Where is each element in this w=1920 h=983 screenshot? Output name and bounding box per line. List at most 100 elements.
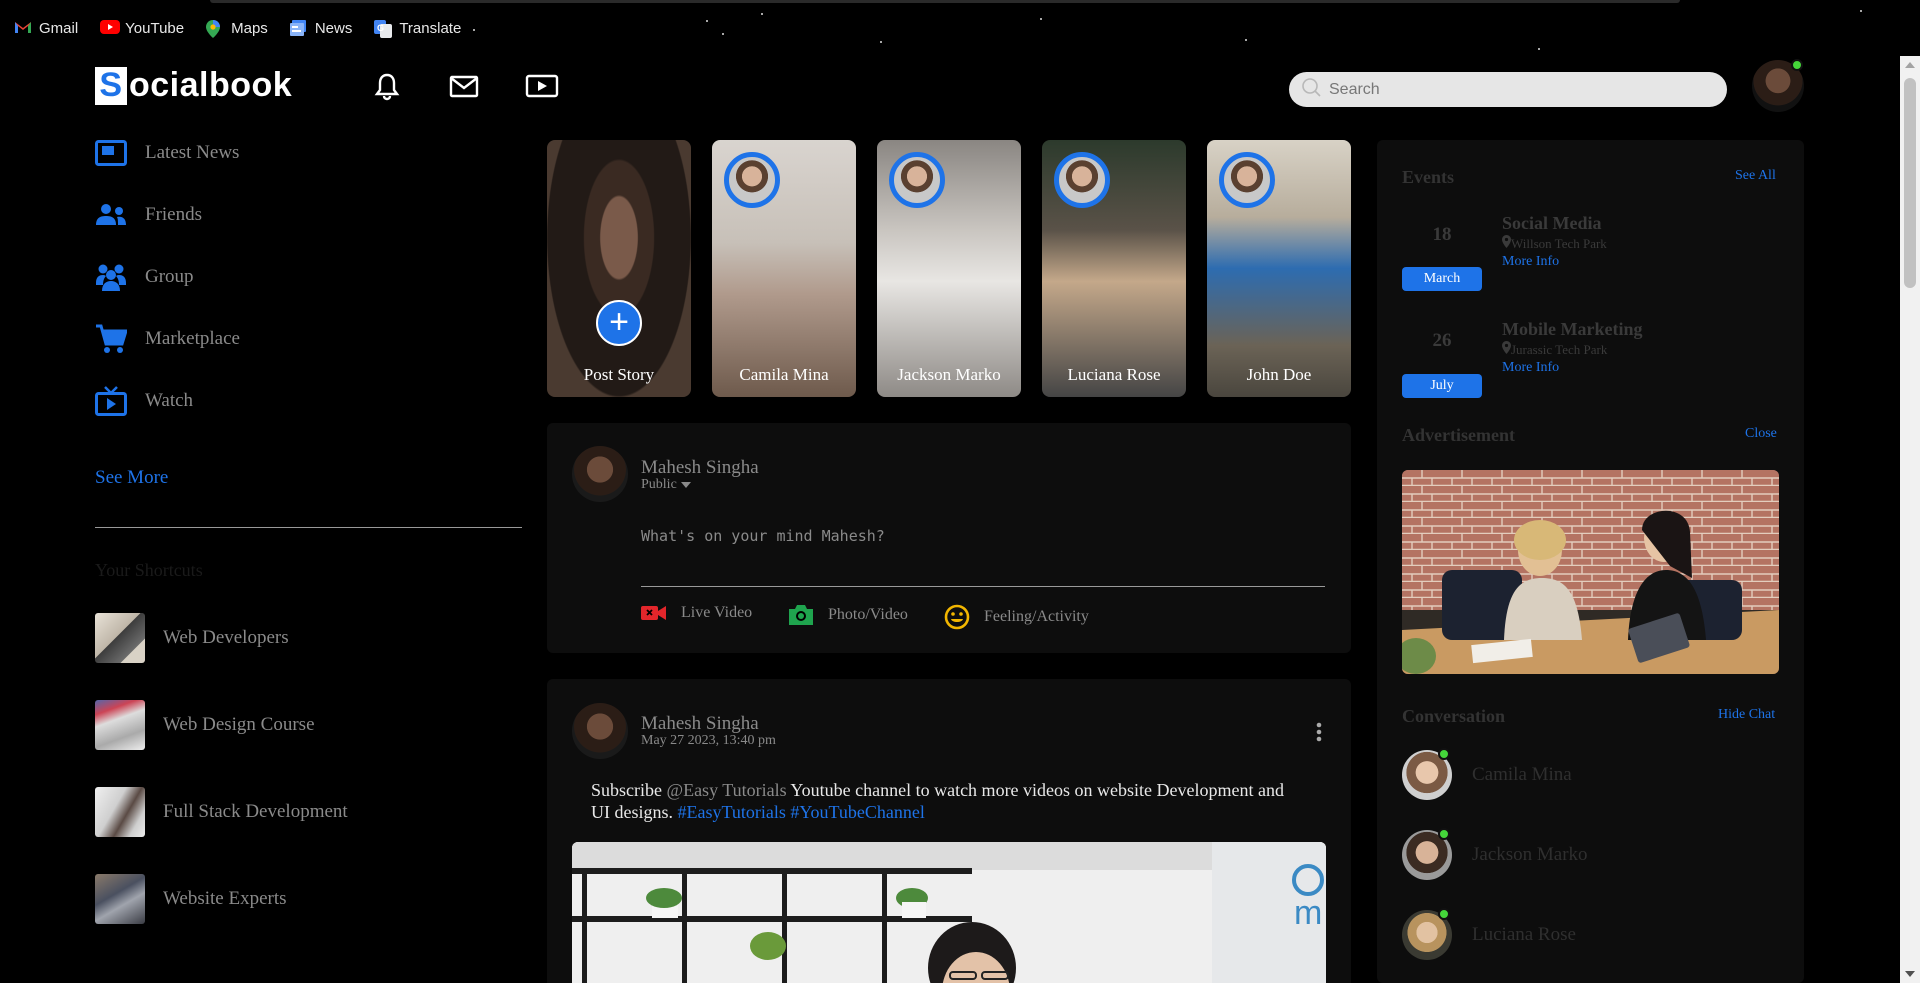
post-author-name[interactable]: Mahesh Singha (641, 713, 759, 735)
online-status-dot (1791, 59, 1803, 71)
shortcut-web-developers[interactable]: Web Developers (95, 613, 289, 663)
advertisement-image[interactable] (1402, 470, 1779, 674)
contact-name: Camila Mina (1472, 764, 1572, 785)
close-ad-link[interactable]: Close (1745, 426, 1777, 442)
star-dot (1040, 18, 1042, 20)
scroll-down-arrow-icon[interactable] (1905, 971, 1915, 977)
event-title: Mobile Marketing (1502, 319, 1643, 339)
contact-name: Jackson Marko (1472, 844, 1588, 865)
svg-text:m: m (1294, 894, 1322, 932)
sidebar-item-friends[interactable]: Friends (95, 200, 525, 230)
sidebar-divider (95, 527, 522, 528)
contact-avatar (1402, 828, 1452, 880)
star-dot (880, 41, 882, 43)
sidebar-item-label: Group (145, 266, 194, 287)
see-all-events-link[interactable]: See All (1735, 168, 1776, 184)
more-options-icon[interactable] (1316, 722, 1322, 747)
live-video-button[interactable]: Live Video (641, 604, 752, 622)
shortcut-label: Website Experts (163, 888, 287, 909)
sidebar-item-label: Watch (145, 390, 194, 411)
event-title: Social Media (1502, 213, 1602, 233)
maps-icon (206, 20, 224, 38)
event-more-info-link[interactable]: More Info (1502, 254, 1559, 270)
story-label: Camila Mina (739, 365, 829, 384)
scroll-up-arrow-icon[interactable] (1905, 62, 1915, 68)
video-icon[interactable] (525, 70, 559, 102)
add-story-button[interactable]: + (596, 300, 642, 346)
top-navbar: Socialbook (0, 56, 1900, 123)
see-more-link[interactable]: See More (95, 467, 168, 489)
bell-icon[interactable] (371, 70, 403, 102)
post-timestamp: May 27 2023, 13:40 pm (641, 733, 776, 748)
tab-strip-edge (210, 0, 1680, 3)
post-author-avatar[interactable] (572, 703, 628, 759)
story-card-jackson-marko[interactable]: Jackson Marko (877, 140, 1021, 397)
chat-contact-luciana-rose[interactable]: Luciana Rose (1402, 908, 1576, 960)
bookmark-maps[interactable]: Maps (206, 20, 268, 38)
conversation-title: Conversation (1402, 706, 1505, 726)
star-dot (1245, 39, 1247, 41)
scrollbar-thumb[interactable] (1904, 78, 1916, 288)
group-icon (95, 262, 127, 292)
post-composer-input[interactable] (641, 527, 1325, 587)
logo-mark: S (95, 66, 127, 105)
story-card-camila-mina[interactable]: Camila Mina (712, 140, 856, 397)
search-bar[interactable] (1289, 72, 1727, 107)
search-input[interactable] (1329, 80, 1709, 99)
bookmark-news[interactable]: News (289, 19, 353, 37)
bookmark-label: YouTube (125, 19, 185, 37)
story-card-post[interactable]: + Post Story (547, 140, 691, 397)
socialbook-logo[interactable]: Socialbook (95, 66, 292, 105)
mail-icon[interactable] (448, 70, 480, 102)
shortcut-label: Web Developers (163, 627, 289, 648)
event-location: Jurassic Tech Park (1502, 341, 1607, 358)
event-location: Willson Tech Park (1502, 235, 1607, 252)
sidebar-item-group[interactable]: Group (95, 262, 525, 292)
star-dot (706, 20, 708, 22)
photo-video-button[interactable]: Photo/Video (788, 604, 908, 626)
composer-avatar (572, 446, 628, 502)
post-mention[interactable]: @Easy Tutorials (667, 780, 787, 800)
shortcut-website-experts[interactable]: Website Experts (95, 874, 287, 924)
privacy-selector[interactable]: Public (641, 477, 691, 493)
translate-icon: G (374, 20, 393, 38)
cart-icon (95, 324, 127, 354)
shortcut-full-stack-development[interactable]: Full Stack Development (95, 787, 348, 837)
post-image[interactable]: m (572, 842, 1326, 983)
shortcut-thumbnail (95, 613, 145, 663)
bookmark-translate[interactable]: G Translate (374, 19, 462, 38)
caret-down-icon (680, 477, 691, 493)
event-more-info-link[interactable]: More Info (1502, 360, 1559, 376)
sidebar-item-label: Marketplace (145, 328, 240, 349)
hashtag-link[interactable]: #YouTubeChannel (790, 802, 925, 822)
chat-contact-jackson-marko[interactable]: Jackson Marko (1402, 828, 1588, 880)
shortcut-label: Full Stack Development (163, 801, 348, 822)
hide-chat-link[interactable]: Hide Chat (1718, 707, 1775, 723)
contact-avatar (1402, 908, 1452, 960)
story-label: Jackson Marko (897, 365, 1001, 384)
post-text-part: Subscribe (591, 780, 667, 800)
story-card-john-doe[interactable]: John Doe (1207, 140, 1351, 397)
sidebar-item-marketplace[interactable]: Marketplace (95, 324, 525, 354)
logo-text: ocialbook (129, 66, 293, 104)
post-body-text: Subscribe @Easy Tutorials Youtube channe… (591, 779, 1291, 823)
sidebar-item-label: Latest News (145, 142, 240, 163)
shortcut-web-design-course[interactable]: Web Design Course (95, 700, 315, 750)
bookmark-label: Translate (399, 19, 462, 37)
bookmark-youtube[interactable]: YouTube (100, 20, 184, 37)
hashtag-link[interactable]: #EasyTutorials (678, 802, 786, 822)
page-scrollbar[interactable] (1900, 56, 1920, 983)
bookmark-gmail[interactable]: Gmail (14, 20, 78, 37)
sidebar-item-watch[interactable]: Watch (95, 386, 525, 416)
gmail-icon (14, 20, 32, 36)
smiley-icon (944, 604, 970, 630)
bookmarks-bar: Gmail YouTube Maps News G Translate (0, 0, 1900, 56)
sidebar-item-latest-news[interactable]: Latest News (95, 138, 525, 168)
privacy-label: Public (641, 477, 677, 492)
action-label: Live Video (681, 604, 753, 621)
chat-contact-camila-mina[interactable]: Camila Mina (1402, 748, 1572, 800)
story-avatar (724, 152, 780, 208)
feeling-activity-button[interactable]: Feeling/Activity (944, 604, 1089, 630)
story-card-luciana-rose[interactable]: Luciana Rose (1042, 140, 1186, 397)
bookmark-label: News (314, 19, 353, 37)
